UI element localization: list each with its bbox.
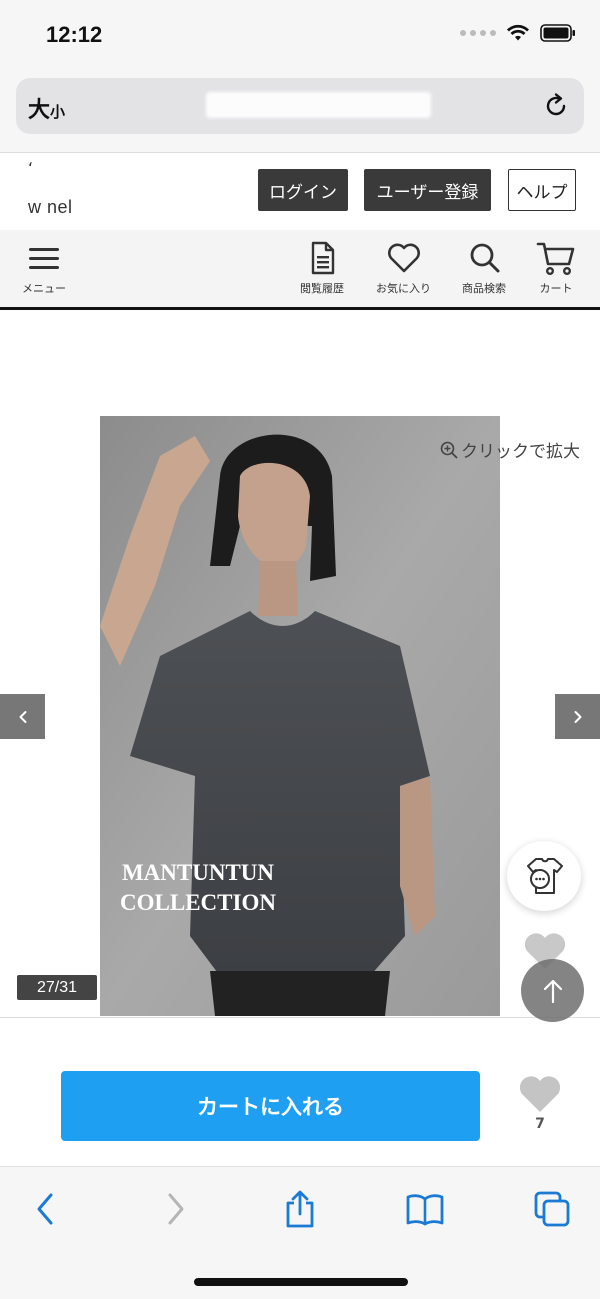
chevron-right-icon <box>574 710 581 723</box>
next-image-button[interactable] <box>555 694 600 739</box>
cart-icon <box>536 242 575 276</box>
nav-favorites-label: お気に入り <box>376 282 431 295</box>
status-icons <box>460 24 576 42</box>
tshirt-chat-icon <box>527 858 563 894</box>
zoom-hint[interactable]: クリックで拡大 <box>440 437 580 462</box>
chat-assistant-button[interactable] <box>507 841 581 911</box>
browser-forward-button[interactable] <box>155 1189 195 1229</box>
battery-icon <box>540 24 575 42</box>
brand-watermark: MANTUNTUN COLLECTION <box>98 858 298 918</box>
nav-history[interactable]: 閲覧履歴 <box>300 240 344 296</box>
address-bar[interactable]: 大小 <box>16 78 584 134</box>
nav-favorites[interactable]: お気に入り <box>376 240 431 296</box>
url-text-redacted <box>206 92 431 118</box>
nav-cart[interactable]: カート <box>536 240 576 296</box>
site-logo[interactable]: w nel <box>28 197 73 218</box>
scroll-to-top-button[interactable] <box>521 959 584 1022</box>
zoom-in-icon <box>440 441 458 459</box>
chevron-right-icon <box>168 1193 184 1225</box>
site-header: ʻ w nel ログイン ユーザー登録 ヘルプ <box>0 152 600 230</box>
heart-icon <box>387 243 420 273</box>
product-image[interactable] <box>100 416 500 1016</box>
heart-icon <box>519 1076 561 1112</box>
site-nav: メニュー 閲覧履歴 お気に入り 商品検索 カート <box>0 230 600 310</box>
tabs-button[interactable] <box>532 1189 572 1229</box>
nav-menu[interactable]: メニュー <box>22 240 66 296</box>
chevron-left-icon <box>19 710 26 723</box>
browser-address-area: 大小 <box>0 72 600 152</box>
favorite-count: 7 <box>535 1116 545 1132</box>
book-icon <box>406 1194 444 1226</box>
arrow-up-icon <box>543 979 562 1003</box>
favorite-button[interactable]: 7 <box>517 1074 563 1132</box>
browser-back-button[interactable] <box>26 1189 66 1229</box>
product-gallery: クリックで拡大 MANTUNTUN COLLECTION 27/31 <box>0 313 600 1022</box>
nav-search[interactable]: 商品検索 <box>462 240 506 296</box>
logo-mark: ʻ <box>28 159 34 178</box>
wifi-icon <box>507 24 529 41</box>
nav-cart-label: カート <box>539 282 573 295</box>
brand-line-2: COLLECTION <box>120 890 276 915</box>
document-icon <box>311 241 335 275</box>
search-icon <box>470 243 500 273</box>
brand-line-1: MANTUNTUN <box>121 860 275 885</box>
chevron-left-icon <box>37 1193 53 1225</box>
image-counter: 27/31 <box>17 975 97 1000</box>
nav-history-label: 閲覧履歴 <box>300 282 344 295</box>
signal-icon <box>460 30 496 36</box>
help-button[interactable]: ヘルプ <box>508 169 576 211</box>
zoom-hint-label: クリックで拡大 <box>461 442 580 462</box>
text-size-button[interactable]: 大小 <box>28 92 65 124</box>
tabs-icon <box>534 1191 570 1227</box>
status-time: 12:12 <box>46 22 103 47</box>
status-bar: 12:12 <box>0 0 600 72</box>
bookmarks-button[interactable] <box>405 1189 445 1229</box>
share-icon <box>286 1190 314 1228</box>
nav-search-label: 商品検索 <box>462 282 506 295</box>
hamburger-icon <box>29 248 59 269</box>
add-to-cart-button[interactable]: カートに入れる <box>61 1071 480 1141</box>
reload-icon[interactable] <box>542 92 570 120</box>
share-button[interactable] <box>280 1189 320 1229</box>
browser-toolbar <box>0 1166 600 1299</box>
register-button[interactable]: ユーザー登録 <box>364 169 491 211</box>
nav-menu-label: メニュー <box>22 282 66 295</box>
home-indicator <box>194 1278 408 1286</box>
previous-image-button[interactable] <box>0 694 45 739</box>
login-button[interactable]: ログイン <box>258 169 348 211</box>
